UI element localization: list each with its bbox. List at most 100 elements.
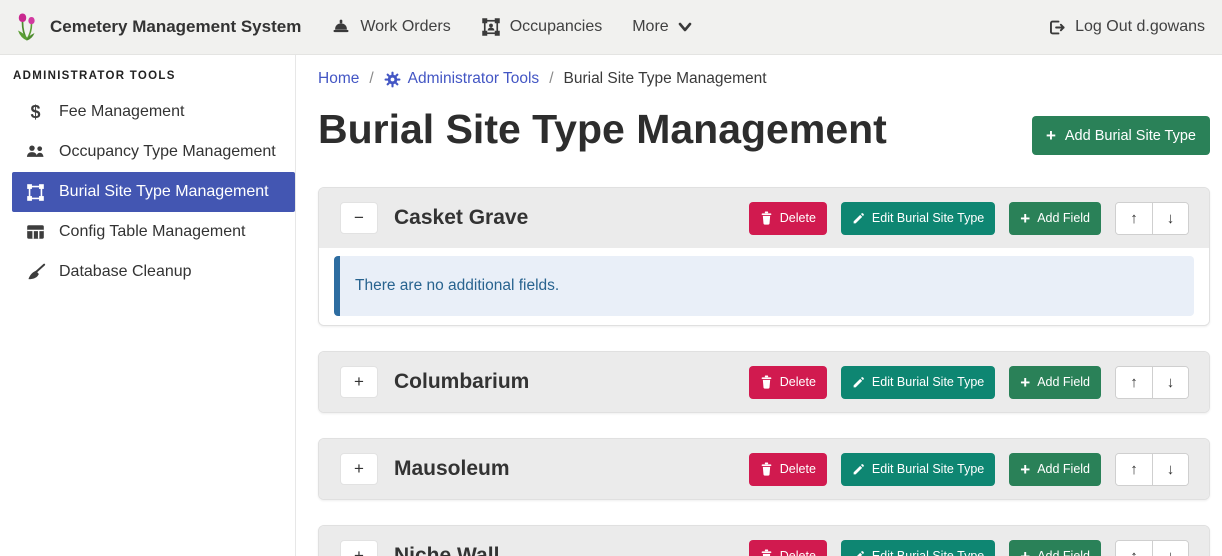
nav-links: Work Orders Occupancies More <box>331 17 691 37</box>
edit-label: Edit Burial Site Type <box>872 462 984 476</box>
delete-label: Delete <box>780 549 816 556</box>
breadcrumb-label: Home <box>318 70 359 88</box>
nav-item-label: Work Orders <box>360 18 450 36</box>
breadcrumb-admin-tools-link[interactable]: Administrator Tools <box>384 70 540 88</box>
brand[interactable]: Cemetery Management System <box>14 12 301 42</box>
delete-button[interactable]: Delete <box>749 453 827 486</box>
trash-icon <box>760 462 773 476</box>
sidebar-item-fee-management[interactable]: $ Fee Management <box>0 92 295 132</box>
delete-button[interactable]: Delete <box>749 540 827 556</box>
top-navbar: Cemetery Management System Work Orders <box>0 0 1222 55</box>
add-field-button[interactable]: + Add Field <box>1009 202 1101 235</box>
nav-item-occupancies[interactable]: Occupancies <box>481 17 603 37</box>
trash-icon <box>760 549 773 556</box>
plus-icon: + <box>1020 548 1030 556</box>
sidebar-item-label: Burial Site Type Management <box>59 183 269 201</box>
reorder-button-group: ↑ ↓ <box>1115 202 1189 235</box>
sidebar-item-label: Config Table Management <box>59 223 246 241</box>
no-fields-alert: There are no additional fields. <box>334 256 1194 316</box>
add-burial-site-type-label: Add Burial Site Type <box>1065 128 1196 144</box>
sidebar-item-label: Fee Management <box>59 103 184 121</box>
edit-label: Edit Burial Site Type <box>872 211 984 225</box>
sidebar-section-title: ADMINISTRATOR TOOLS <box>13 70 295 82</box>
panel-title: Columbarium <box>394 370 529 394</box>
broom-icon <box>25 263 46 281</box>
nav-item-work-orders[interactable]: Work Orders <box>331 17 450 37</box>
trash-icon <box>760 375 773 389</box>
sidebar: ADMINISTRATOR TOOLS $ Fee Management Occ… <box>0 55 296 556</box>
edit-label: Edit Burial Site Type <box>872 375 984 389</box>
panel-title: Casket Grave <box>394 206 528 230</box>
move-down-button[interactable]: ↓ <box>1152 203 1188 234</box>
tulip-logo-icon <box>14 12 40 42</box>
delete-button[interactable]: Delete <box>749 366 827 399</box>
nav-item-label: More <box>632 18 668 36</box>
vector-square-icon <box>25 183 46 202</box>
dollar-icon: $ <box>25 102 46 123</box>
add-field-label: Add Field <box>1037 549 1090 556</box>
hard-hat-icon <box>331 17 351 37</box>
move-down-button[interactable]: ↓ <box>1152 541 1188 556</box>
pencil-icon <box>852 212 865 225</box>
sidebar-item-database-cleanup[interactable]: Database Cleanup <box>0 252 295 292</box>
burial-site-type-list: − Casket Grave Delete <box>318 187 1210 556</box>
panel-casket-grave: − Casket Grave Delete <box>318 187 1210 326</box>
panel-mausoleum: + Mausoleum Delete <box>318 438 1210 500</box>
edit-burial-site-type-button[interactable]: Edit Burial Site Type <box>841 366 995 399</box>
panel-header: − Casket Grave Delete <box>319 188 1209 248</box>
move-up-button[interactable]: ↑ <box>1116 203 1152 234</box>
expand-toggle-button[interactable]: + <box>340 453 378 485</box>
sidebar-item-burial-site-type-management[interactable]: Burial Site Type Management <box>12 172 295 212</box>
page-layout: ADMINISTRATOR TOOLS $ Fee Management Occ… <box>0 55 1222 556</box>
add-field-label: Add Field <box>1037 375 1090 389</box>
move-up-button[interactable]: ↑ <box>1116 541 1152 556</box>
breadcrumb-home-link[interactable]: Home <box>318 70 359 88</box>
panel-title: Niche Wall <box>394 544 499 556</box>
logout-label: Log Out d.gowans <box>1075 18 1205 36</box>
page-header: Burial Site Type Management + Add Burial… <box>318 102 1210 156</box>
move-up-button[interactable]: ↑ <box>1116 367 1152 398</box>
panel-title: Mausoleum <box>394 457 510 481</box>
pencil-icon <box>852 376 865 389</box>
move-up-button[interactable]: ↑ <box>1116 454 1152 485</box>
pencil-icon <box>852 550 865 556</box>
sidebar-item-label: Database Cleanup <box>59 263 192 281</box>
breadcrumb-separator: / <box>369 70 373 88</box>
move-down-button[interactable]: ↓ <box>1152 367 1188 398</box>
add-field-button[interactable]: + Add Field <box>1009 540 1101 556</box>
delete-label: Delete <box>780 462 816 476</box>
collapse-toggle-button[interactable]: − <box>340 202 378 234</box>
logout-button[interactable]: Log Out d.gowans <box>1047 18 1205 37</box>
move-down-button[interactable]: ↓ <box>1152 454 1188 485</box>
brand-title: Cemetery Management System <box>50 17 301 37</box>
panel-header: + Mausoleum Delete <box>319 439 1209 499</box>
panel-header: + Columbarium Delete <box>319 352 1209 412</box>
panel-body: There are no additional fields. <box>319 248 1209 325</box>
nav-item-more[interactable]: More <box>632 18 691 36</box>
panel-header: + Niche Wall Delete <box>319 526 1209 556</box>
sidebar-item-config-table-management[interactable]: Config Table Management <box>0 212 295 252</box>
occupancy-frame-icon <box>481 17 501 37</box>
edit-burial-site-type-button[interactable]: Edit Burial Site Type <box>841 540 995 556</box>
chevron-down-icon <box>678 21 692 33</box>
main-content: Home / <box>296 55 1222 556</box>
sidebar-item-label: Occupancy Type Management <box>59 143 276 161</box>
trash-icon <box>760 211 773 225</box>
reorder-button-group: ↑ ↓ <box>1115 540 1189 556</box>
sidebar-item-occupancy-type-management[interactable]: Occupancy Type Management <box>0 132 295 172</box>
add-field-button[interactable]: + Add Field <box>1009 453 1101 486</box>
breadcrumb-current: Burial Site Type Management <box>564 70 767 88</box>
delete-button[interactable]: Delete <box>749 202 827 235</box>
panel-columbarium: + Columbarium Delete <box>318 351 1210 413</box>
add-field-label: Add Field <box>1037 211 1090 225</box>
expand-toggle-button[interactable]: + <box>340 540 378 556</box>
edit-burial-site-type-button[interactable]: Edit Burial Site Type <box>841 202 995 235</box>
expand-toggle-button[interactable]: + <box>340 366 378 398</box>
nav-item-label: Occupancies <box>510 18 603 36</box>
delete-label: Delete <box>780 211 816 225</box>
breadcrumb-label: Administrator Tools <box>408 70 540 88</box>
add-field-button[interactable]: + Add Field <box>1009 366 1101 399</box>
edit-burial-site-type-button[interactable]: Edit Burial Site Type <box>841 453 995 486</box>
add-burial-site-type-button[interactable]: + Add Burial Site Type <box>1032 116 1210 155</box>
add-field-label: Add Field <box>1037 462 1090 476</box>
